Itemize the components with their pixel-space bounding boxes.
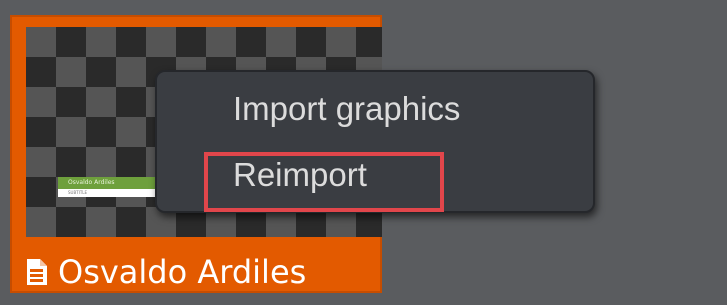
reimport-highlight-box bbox=[204, 152, 444, 212]
preview-subtitle-bar: SUBTITLE bbox=[58, 189, 164, 197]
menu-item-import-graphics[interactable]: Import graphics bbox=[233, 92, 460, 125]
thumbnail-caption: Osvaldo Ardiles bbox=[26, 251, 306, 293]
file-name-label: Osvaldo Ardiles bbox=[58, 253, 307, 291]
document-icon bbox=[26, 258, 48, 286]
